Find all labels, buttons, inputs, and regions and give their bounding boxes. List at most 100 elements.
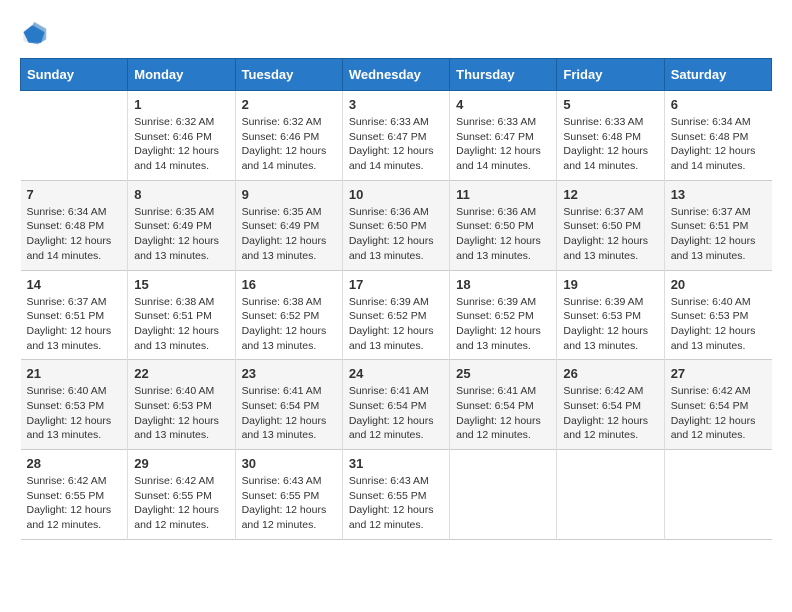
calendar-week-row: 28 Sunrise: 6:42 AMSunset: 6:55 PMDayligh… (21, 450, 772, 540)
calendar-table: SundayMondayTuesdayWednesdayThursdayFrid… (20, 58, 772, 540)
calendar-cell: 4Sunrise: 6:33 AMSunset: 6:47 PMDaylight… (450, 91, 557, 181)
day-number: 19 (563, 277, 657, 292)
calendar-cell: 14 Sunrise: 6:37 AMSunset: 6:51 PMDayligh… (21, 270, 128, 360)
day-number: 23 (242, 366, 336, 381)
cell-sun-info: Sunrise: 6:40 AMSunset: 6:53 PMDaylight:… (27, 384, 122, 443)
calendar-week-row: 21 Sunrise: 6:40 AMSunset: 6:53 PMDayligh… (21, 360, 772, 450)
cell-sun-info: Sunrise: 6:43 AMSunset: 6:55 PMDaylight:… (242, 474, 336, 533)
cell-sun-info: Sunrise: 6:38 AMSunset: 6:51 PMDaylight:… (134, 295, 228, 354)
calendar-cell: 5 Sunrise: 6:33 AMSunset: 6:48 PMDaylight… (557, 91, 664, 181)
cell-sun-info: Sunrise: 6:32 AMSunset: 6:46 PMDaylight:… (134, 115, 228, 174)
day-number: 14 (27, 277, 122, 292)
day-number: 16 (242, 277, 336, 292)
weekday-header-row: SundayMondayTuesdayWednesdayThursdayFrid… (21, 59, 772, 91)
calendar-cell: 15 Sunrise: 6:38 AMSunset: 6:51 PMDayligh… (128, 270, 235, 360)
day-number: 3 (349, 97, 443, 112)
day-number: 27 (671, 366, 766, 381)
cell-sun-info: Sunrise: 6:32 AMSunset: 6:46 PMDaylight:… (242, 115, 336, 174)
day-number: 13 (671, 187, 766, 202)
cell-sun-info: Sunrise: 6:37 AMSunset: 6:51 PMDaylight:… (671, 205, 766, 264)
calendar-cell: 27 Sunrise: 6:42 AMSunset: 6:54 PMDayligh… (664, 360, 771, 450)
calendar-week-row: 1 Sunrise: 6:32 AMSunset: 6:46 PMDaylight… (21, 91, 772, 181)
calendar-cell: 9 Sunrise: 6:35 AMSunset: 6:49 PMDaylight… (235, 180, 342, 270)
day-number: 1 (134, 97, 228, 112)
day-number: 17 (349, 277, 443, 292)
day-number: 25 (456, 366, 550, 381)
cell-sun-info: Sunrise: 6:39 AMSunset: 6:52 PMDaylight:… (456, 295, 550, 354)
weekday-header-sunday: Sunday (21, 59, 128, 91)
calendar-week-row: 14 Sunrise: 6:37 AMSunset: 6:51 PMDayligh… (21, 270, 772, 360)
calendar-cell: 18 Sunrise: 6:39 AMSunset: 6:52 PMDayligh… (450, 270, 557, 360)
calendar-cell: 13 Sunrise: 6:37 AMSunset: 6:51 PMDayligh… (664, 180, 771, 270)
calendar-cell: 1 Sunrise: 6:32 AMSunset: 6:46 PMDaylight… (128, 91, 235, 181)
calendar-cell: 6 Sunrise: 6:34 AMSunset: 6:48 PMDaylight… (664, 91, 771, 181)
day-number: 10 (349, 187, 443, 202)
cell-sun-info: Sunrise: 6:43 AMSunset: 6:55 PMDaylight:… (349, 474, 443, 533)
calendar-cell: 2Sunrise: 6:32 AMSunset: 6:46 PMDaylight… (235, 91, 342, 181)
weekday-header-tuesday: Tuesday (235, 59, 342, 91)
cell-sun-info: Sunrise: 6:41 AMSunset: 6:54 PMDaylight:… (242, 384, 336, 443)
cell-sun-info: Sunrise: 6:42 AMSunset: 6:54 PMDaylight:… (563, 384, 657, 443)
calendar-cell: 22 Sunrise: 6:40 AMSunset: 6:53 PMDayligh… (128, 360, 235, 450)
day-number: 18 (456, 277, 550, 292)
calendar-cell: 11 Sunrise: 6:36 AMSunset: 6:50 PMDayligh… (450, 180, 557, 270)
day-number: 6 (671, 97, 766, 112)
cell-sun-info: Sunrise: 6:40 AMSunset: 6:53 PMDaylight:… (671, 295, 766, 354)
calendar-cell: 19 Sunrise: 6:39 AMSunset: 6:53 PMDayligh… (557, 270, 664, 360)
day-number: 22 (134, 366, 228, 381)
calendar-cell: 26Sunrise: 6:42 AMSunset: 6:54 PMDayligh… (557, 360, 664, 450)
weekday-header-saturday: Saturday (664, 59, 771, 91)
logo (20, 20, 52, 48)
calendar-cell: 25 Sunrise: 6:41 AMSunset: 6:54 PMDayligh… (450, 360, 557, 450)
calendar-cell: 10Sunrise: 6:36 AMSunset: 6:50 PMDayligh… (342, 180, 449, 270)
cell-sun-info: Sunrise: 6:34 AMSunset: 6:48 PMDaylight:… (27, 205, 122, 264)
calendar-cell: 23 Sunrise: 6:41 AMSunset: 6:54 PMDayligh… (235, 360, 342, 450)
day-number: 9 (242, 187, 336, 202)
cell-sun-info: Sunrise: 6:42 AMSunset: 6:55 PMDaylight:… (134, 474, 228, 533)
cell-sun-info: Sunrise: 6:34 AMSunset: 6:48 PMDaylight:… (671, 115, 766, 174)
cell-sun-info: Sunrise: 6:33 AMSunset: 6:47 PMDaylight:… (349, 115, 443, 174)
calendar-cell: 12Sunrise: 6:37 AMSunset: 6:50 PMDayligh… (557, 180, 664, 270)
day-number: 11 (456, 187, 550, 202)
cell-sun-info: Sunrise: 6:35 AMSunset: 6:49 PMDaylight:… (134, 205, 228, 264)
calendar-cell: 29Sunrise: 6:42 AMSunset: 6:55 PMDayligh… (128, 450, 235, 540)
calendar-week-row: 7 Sunrise: 6:34 AMSunset: 6:48 PMDaylight… (21, 180, 772, 270)
day-number: 8 (134, 187, 228, 202)
calendar-cell: 30 Sunrise: 6:43 AMSunset: 6:55 PMDayligh… (235, 450, 342, 540)
weekday-header-friday: Friday (557, 59, 664, 91)
cell-sun-info: Sunrise: 6:41 AMSunset: 6:54 PMDaylight:… (456, 384, 550, 443)
cell-sun-info: Sunrise: 6:37 AMSunset: 6:51 PMDaylight:… (27, 295, 122, 354)
calendar-cell: 3 Sunrise: 6:33 AMSunset: 6:47 PMDaylight… (342, 91, 449, 181)
calendar-cell (557, 450, 664, 540)
day-number: 31 (349, 456, 443, 471)
page-header (20, 20, 772, 48)
day-number: 20 (671, 277, 766, 292)
day-number: 5 (563, 97, 657, 112)
cell-sun-info: Sunrise: 6:40 AMSunset: 6:53 PMDaylight:… (134, 384, 228, 443)
calendar-cell: 7 Sunrise: 6:34 AMSunset: 6:48 PMDaylight… (21, 180, 128, 270)
cell-sun-info: Sunrise: 6:41 AMSunset: 6:54 PMDaylight:… (349, 384, 443, 443)
logo-icon (20, 20, 48, 48)
weekday-header-wednesday: Wednesday (342, 59, 449, 91)
cell-sun-info: Sunrise: 6:33 AMSunset: 6:48 PMDaylight:… (563, 115, 657, 174)
cell-sun-info: Sunrise: 6:37 AMSunset: 6:50 PMDaylight:… (563, 205, 657, 264)
day-number: 15 (134, 277, 228, 292)
calendar-cell: 16 Sunrise: 6:38 AMSunset: 6:52 PMDayligh… (235, 270, 342, 360)
cell-sun-info: Sunrise: 6:39 AMSunset: 6:52 PMDaylight:… (349, 295, 443, 354)
calendar-cell: 28Sunrise: 6:42 AMSunset: 6:55 PMDayligh… (21, 450, 128, 540)
calendar-cell (664, 450, 771, 540)
calendar-cell: 8 Sunrise: 6:35 AMSunset: 6:49 PMDaylight… (128, 180, 235, 270)
cell-sun-info: Sunrise: 6:35 AMSunset: 6:49 PMDaylight:… (242, 205, 336, 264)
cell-sun-info: Sunrise: 6:38 AMSunset: 6:52 PMDaylight:… (242, 295, 336, 354)
day-number: 28 (27, 456, 122, 471)
cell-sun-info: Sunrise: 6:33 AMSunset: 6:47 PMDaylight:… (456, 115, 550, 174)
cell-sun-info: Sunrise: 6:42 AMSunset: 6:54 PMDaylight:… (671, 384, 766, 443)
cell-sun-info: Sunrise: 6:36 AMSunset: 6:50 PMDaylight:… (456, 205, 550, 264)
calendar-cell (450, 450, 557, 540)
day-number: 21 (27, 366, 122, 381)
cell-sun-info: Sunrise: 6:39 AMSunset: 6:53 PMDaylight:… (563, 295, 657, 354)
day-number: 30 (242, 456, 336, 471)
day-number: 7 (27, 187, 122, 202)
weekday-header-monday: Monday (128, 59, 235, 91)
calendar-body: 1 Sunrise: 6:32 AMSunset: 6:46 PMDaylight… (21, 91, 772, 540)
